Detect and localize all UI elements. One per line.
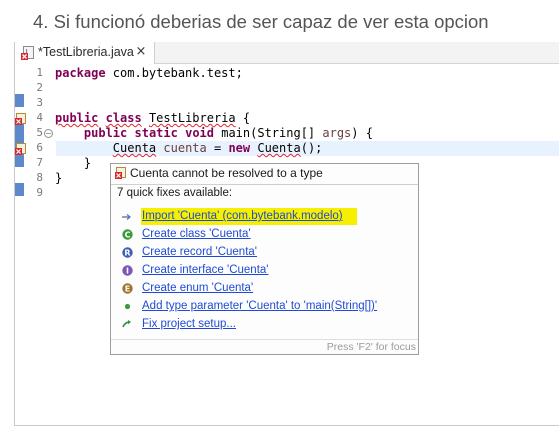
error-type-icon: [115, 167, 126, 179]
enum-icon-letter: E: [125, 285, 130, 294]
quick-fix-item[interactable]: Add type parameter 'Cuenta' to 'main(Str…: [111, 298, 418, 316]
error-marker-icon[interactable]: [15, 113, 27, 125]
quick-fix-item[interactable]: C Create class 'Cuenta': [111, 226, 418, 244]
error-marker-icon[interactable]: [15, 143, 27, 155]
quick-fix-link[interactable]: Create record 'Cuenta': [142, 246, 257, 258]
line-number: 5: [36, 126, 43, 139]
record-icon: R: [122, 247, 133, 258]
quick-fix-item[interactable]: R Create record 'Cuenta': [111, 244, 418, 262]
quick-fix-count: 7 quick fixes available:: [117, 187, 233, 199]
java-file-error-icon: J: [21, 46, 34, 60]
quick-fix-list: Import 'Cuenta' (com.bytebank.modelo) C …: [111, 208, 418, 334]
line-number: 4: [36, 111, 43, 124]
line-number: 9: [36, 186, 43, 199]
quick-fix-popup: Cuenta cannot be resolved to a type 7 qu…: [110, 163, 419, 355]
import-icon: [122, 214, 132, 220]
fold-collapse-icon[interactable]: −: [44, 129, 53, 138]
code-line-6[interactable]: Cuenta cuenta = new Cuenta();: [55, 141, 323, 155]
code-line-8[interactable]: }: [55, 171, 62, 185]
change-marker: [15, 94, 24, 107]
quick-fix-item[interactable]: E Create enum 'Cuenta': [111, 280, 418, 298]
quick-fix-link[interactable]: Add type parameter 'Cuenta' to 'main(Str…: [142, 300, 377, 312]
code-line-4[interactable]: public class TestLibreria {: [55, 111, 250, 125]
quick-fix-item[interactable]: Fix project setup...: [111, 316, 418, 334]
error-message: Cuenta cannot be resolved to a type: [130, 166, 323, 180]
tab-label: *TestLibreria.java: [38, 45, 134, 59]
quick-fix-link[interactable]: Create interface 'Cuenta': [142, 264, 269, 276]
quick-fix-link[interactable]: Fix project setup...: [142, 318, 236, 330]
line-number: 3: [36, 96, 43, 109]
error-message-header: Cuenta cannot be resolved to a type: [111, 164, 418, 185]
class-icon-letter: C: [125, 231, 131, 240]
quick-fix-item[interactable]: I Create interface 'Cuenta': [111, 262, 418, 280]
fix-setup-icon: [122, 320, 131, 328]
interface-icon: I: [122, 265, 133, 276]
code-line-1[interactable]: package com.bytebank.test;: [55, 66, 243, 80]
editor-tab-bar: J *TestLibreria.java ×: [15, 42, 559, 64]
quick-fix-link[interactable]: Create enum 'Cuenta': [142, 282, 253, 294]
focus-hint: Press 'F2' for focus: [111, 339, 418, 354]
step-heading: 4. Si funcionó deberias de ser capaz de …: [33, 11, 489, 32]
line-number: 1: [36, 66, 43, 79]
quick-fix-link[interactable]: Create class 'Cuenta': [142, 228, 251, 240]
change-marker: [15, 183, 24, 196]
quick-fix-link[interactable]: Import 'Cuenta' (com.bytebank.modelo): [142, 210, 343, 222]
class-icon: C: [122, 229, 133, 240]
close-icon[interactable]: ×: [134, 45, 148, 59]
line-number: 7: [36, 156, 43, 169]
line-number: 8: [36, 171, 43, 184]
enum-icon: E: [122, 283, 133, 294]
quick-fix-item[interactable]: Import 'Cuenta' (com.bytebank.modelo): [111, 208, 418, 226]
record-icon-letter: R: [124, 249, 130, 258]
line-number: 2: [36, 81, 43, 94]
line-number: 6: [36, 141, 43, 154]
tab-testlibreria-java[interactable]: J *TestLibreria.java ×: [15, 42, 155, 64]
code-line-5[interactable]: public static void main(String[] args) {: [55, 126, 373, 140]
code-line-7[interactable]: }: [55, 156, 91, 170]
interface-icon-letter: I: [126, 267, 129, 276]
type-parameter-icon: [124, 303, 131, 310]
